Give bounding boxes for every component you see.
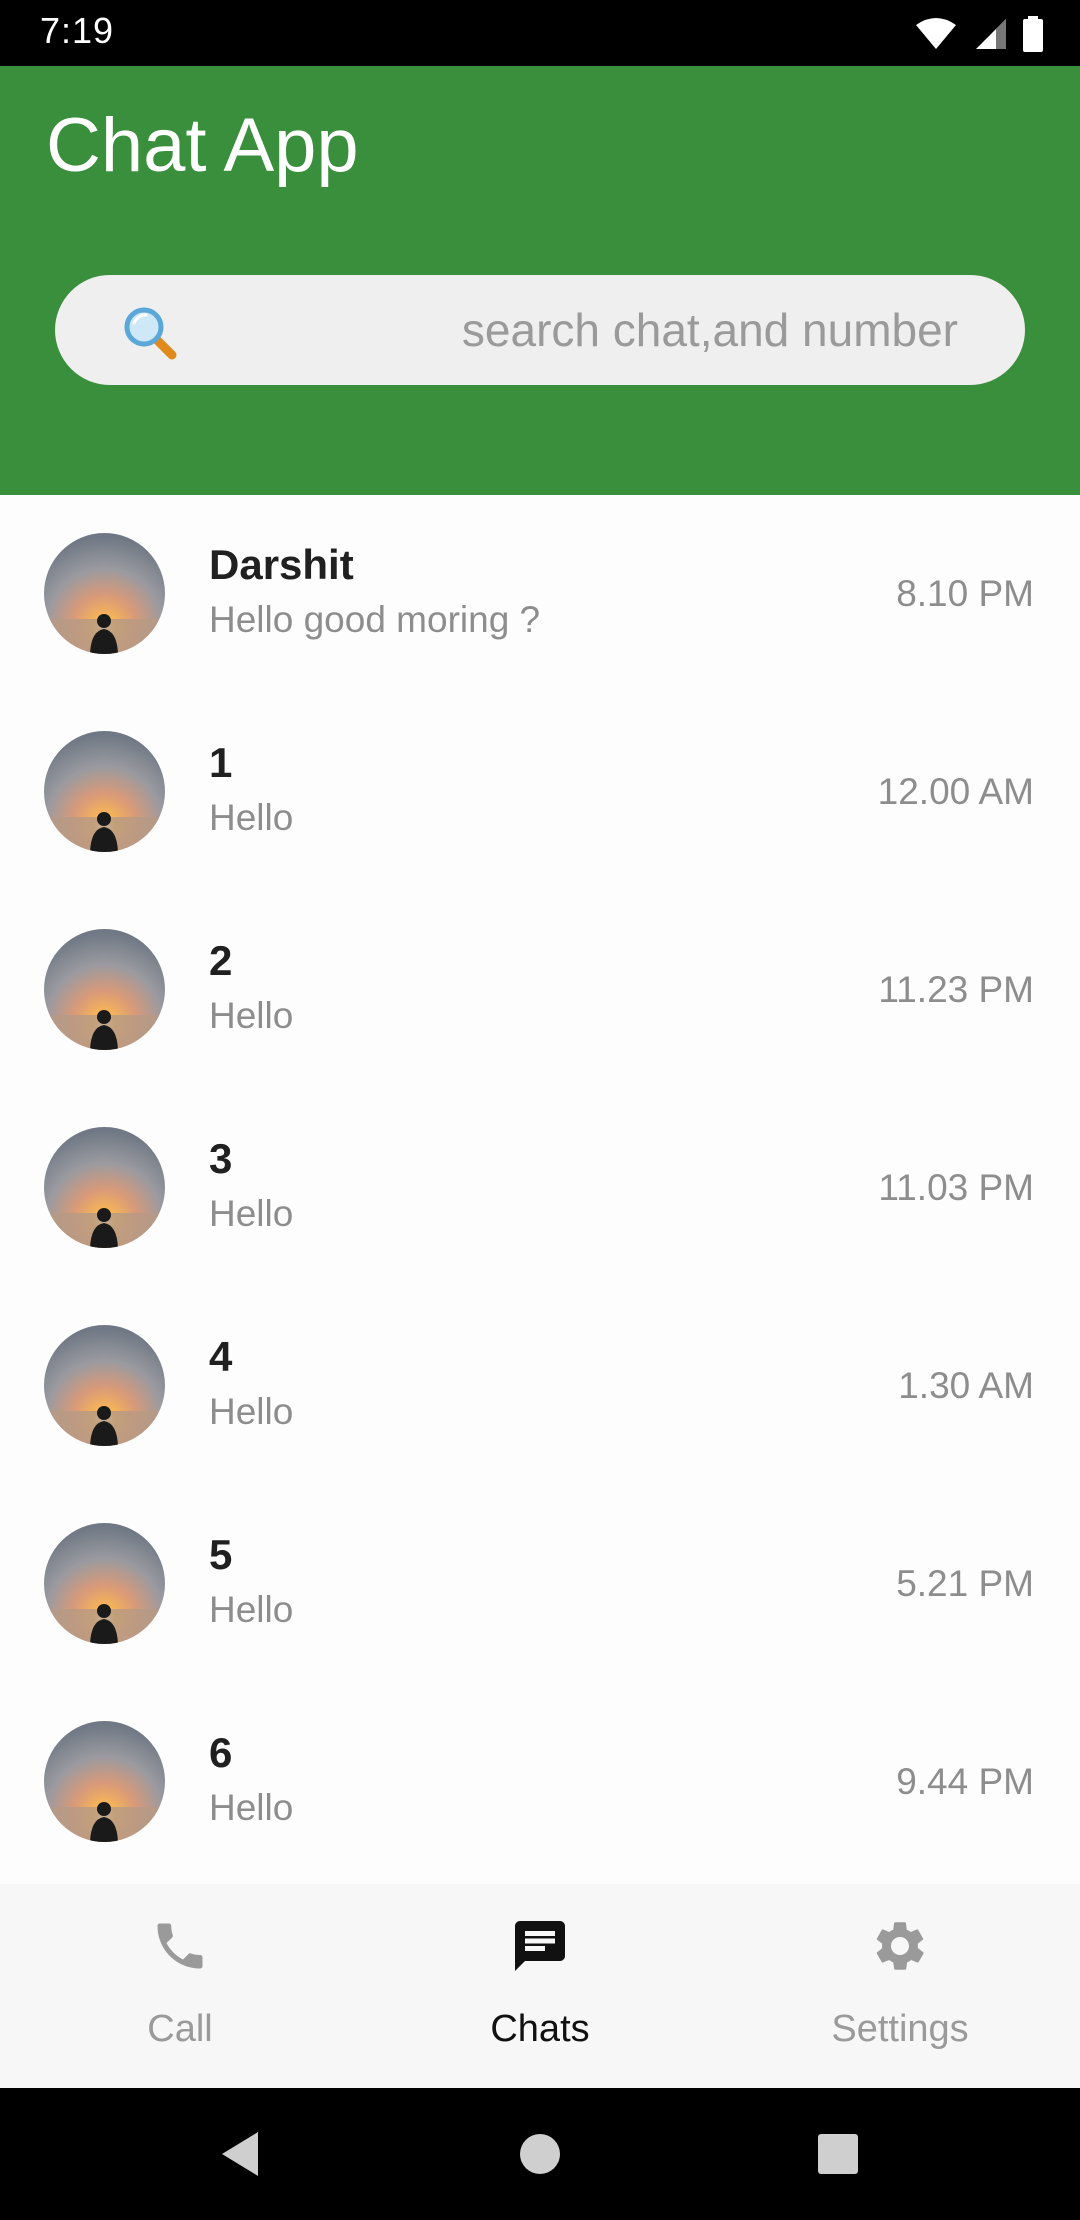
gear-icon: [876, 1922, 924, 1970]
chat-time: 1.30 AM: [898, 1365, 1034, 1406]
search-input[interactable]: search chat,and number: [462, 303, 958, 357]
avatar: [44, 1721, 165, 1842]
avatar: [44, 929, 165, 1050]
nav-item-settings[interactable]: Settings: [720, 1884, 1080, 2088]
phone-icon: [157, 1923, 203, 1969]
chat-time: 11.23 PM: [878, 969, 1034, 1010]
status-icons: [914, 14, 1044, 54]
nav-label: Chats: [490, 2008, 590, 2050]
nav-label: Settings: [831, 2008, 969, 2050]
avatar: [44, 1523, 165, 1644]
recents-icon[interactable]: [808, 2124, 868, 2184]
chat-last-message: Hello: [209, 1193, 294, 1234]
chat-name: 1: [209, 739, 233, 786]
avatar: [44, 1127, 165, 1248]
search-bar[interactable]: search chat,and number: [55, 275, 1025, 385]
chat-icon: [515, 1921, 565, 1971]
chat-last-message: Hello: [209, 1391, 294, 1432]
chat-time: 8.10 PM: [896, 573, 1034, 614]
chat-time: 11.03 PM: [878, 1167, 1034, 1208]
chat-time: 5.21 PM: [896, 1563, 1034, 1604]
cellular-signal-icon: [976, 19, 1006, 49]
system-navigation-bar: [0, 2088, 1080, 2220]
chat-last-message: Hello: [209, 797, 294, 838]
chat-row[interactable]: 1 Hello 12.00 AM: [0, 693, 1080, 891]
chat-name: 3: [209, 1135, 233, 1182]
app-header: Chat App search chat,and number: [0, 66, 1080, 495]
chat-last-message: Hello: [209, 1589, 294, 1630]
chat-row[interactable]: 4 Hello 1.30 AM: [0, 1287, 1080, 1485]
battery-icon: [1023, 16, 1043, 52]
status-time: 7:19: [40, 10, 115, 51]
chat-row[interactable]: 5 Hello 5.21 PM: [0, 1485, 1080, 1683]
nav-item-call[interactable]: Call: [0, 1884, 360, 2088]
chat-time: 9.44 PM: [896, 1761, 1034, 1802]
chat-name: 6: [209, 1729, 233, 1776]
chat-list: Darshit Hello good moring ? 8.10 PM 1 He…: [0, 495, 1080, 1884]
wifi-icon: [916, 18, 956, 49]
avatar: [44, 1325, 165, 1446]
avatar: [44, 731, 165, 852]
status-bar: 7:19: [0, 0, 1080, 66]
app-title: Chat App: [46, 103, 359, 188]
search-icon: [124, 307, 177, 360]
chat-row[interactable]: 6 Hello 9.44 PM: [0, 1683, 1080, 1881]
nav-item-chats[interactable]: Chats: [360, 1884, 720, 2088]
chat-time: 12.00 AM: [877, 771, 1034, 812]
chat-name: Darshit: [209, 541, 354, 588]
bottom-navigation: Call Chats Settings: [0, 1884, 1080, 2088]
nav-label: Call: [147, 2008, 213, 2050]
chat-last-message: Hello: [209, 1787, 294, 1828]
avatar: [44, 533, 165, 654]
home-icon[interactable]: [510, 2124, 570, 2184]
back-icon[interactable]: [210, 2124, 270, 2184]
chat-last-message: Hello: [209, 995, 294, 1036]
chat-name: 5: [209, 1531, 233, 1578]
chat-row[interactable]: 2 Hello 11.23 PM: [0, 891, 1080, 1089]
chat-name: 4: [209, 1333, 233, 1380]
chat-last-message: Hello good moring ?: [209, 599, 541, 640]
chat-row[interactable]: Darshit Hello good moring ? 8.10 PM: [0, 495, 1080, 693]
chat-row[interactable]: 3 Hello 11.03 PM: [0, 1089, 1080, 1287]
chat-name: 2: [209, 937, 233, 984]
